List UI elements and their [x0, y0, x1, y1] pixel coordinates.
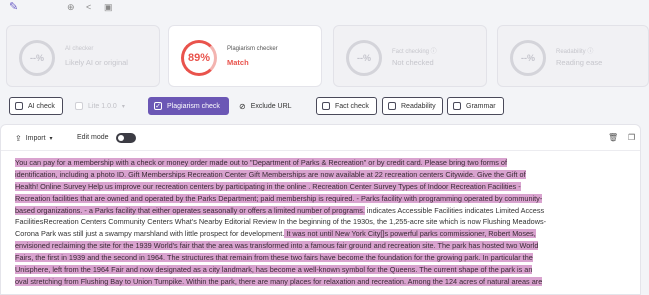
text-line: based organizations. - a Parks facility …	[15, 205, 627, 217]
checkbox-icon	[75, 102, 83, 110]
copy-icon[interactable]: ❐	[628, 133, 635, 142]
checkbox-icon	[453, 102, 461, 110]
import-label: Import	[25, 135, 46, 142]
ai-checker-card[interactable]: --% AI checker Likely AI or original	[6, 25, 160, 87]
text-line: envisioned reclaiming the site for the 1…	[15, 240, 627, 252]
ai-checker-title: AI checker	[65, 46, 94, 52]
plagiarized-segment: It was not until New York City[]s powerf…	[284, 229, 536, 239]
plagiarism-checker-title: Plagiarism checker	[227, 46, 278, 52]
ai-check-label: AI check	[28, 102, 55, 110]
trash-icon[interactable]: 🗑	[608, 133, 618, 142]
plagiarized-segment: envisioned reclaiming the site for the 1…	[15, 241, 539, 251]
readability-card[interactable]: --% Readability ⓘ Reading ease	[497, 25, 649, 87]
ai-checker-value: Likely AI or original	[65, 58, 128, 67]
original-segment: FacilitiesRecreation Centers Community C…	[15, 217, 547, 227]
share-icon[interactable]: <	[86, 1, 91, 13]
text-line: identification, including a photo ID. Gi…	[15, 169, 627, 181]
fact-checking-title: Fact checking ⓘ	[392, 49, 437, 55]
exclude-url-button[interactable]: ⊘ Exclude URL	[233, 97, 303, 115]
chevron-down-icon: ▾	[121, 103, 125, 110]
chevron-down-icon: ▾	[49, 136, 53, 142]
text-line: Unisphere, left from the 1964 Fair and n…	[15, 264, 627, 276]
text-line: You can pay for a membership with a chec…	[15, 157, 627, 169]
fact-check-button[interactable]: Fact check	[316, 97, 377, 115]
text-line: Recreation facilities that are owned and…	[15, 193, 627, 205]
fact-score-ring: --%	[346, 40, 382, 76]
readability-score-ring: --%	[510, 40, 546, 76]
edit-mode-toggle[interactable]	[116, 133, 136, 143]
document-text[interactable]: You can pay for a membership with a chec…	[15, 157, 627, 288]
plagiarism-score-ring: 89%	[181, 40, 217, 76]
checkbox-icon	[322, 102, 330, 110]
text-line: FacilitiesRecreation Centers Community C…	[15, 216, 627, 228]
original-segment: Corona Park was still just a swampy mars…	[15, 229, 285, 239]
ai-check-button[interactable]: AI check	[9, 97, 63, 115]
plagiarism-checker-card[interactable]: 89% Plagiarism checker Match	[168, 25, 322, 87]
bookmark-icon[interactable]: ▣	[104, 1, 113, 13]
text-line: oval stretching from Flushing Bay to Uni…	[15, 276, 627, 288]
editor-panel: ⇪ Import ▾ Edit mode 🗑 ❐ You can pay for…	[0, 124, 641, 295]
readability-button[interactable]: Readability	[382, 97, 443, 115]
edit-mode-label: Edit mode	[77, 134, 109, 141]
fact-checking-value: Not checked	[392, 58, 434, 67]
readability-title: Readability ⓘ	[556, 49, 594, 55]
link-off-icon: ⊘	[239, 101, 246, 111]
import-button[interactable]: ⇪ Import ▾	[15, 134, 53, 143]
score-cards: --% AI checker Likely AI or original 89%…	[0, 25, 649, 87]
plagiarism-check-label: Plagiarism check	[167, 102, 220, 110]
top-toolbar: ✎ ⊕ < ▣	[0, 0, 649, 16]
plagiarized-segment: identification, including a photo ID. Gi…	[15, 169, 526, 179]
readability-label: Readability	[401, 102, 436, 110]
check-toolbar: AI check Lite 1.0.0 ▾ ✓ Plagiarism check…	[0, 97, 649, 115]
lite-version-selector[interactable]: Lite 1.0.0 ▾	[69, 97, 139, 115]
readability-value: Reading ease	[556, 58, 603, 67]
plagiarism-checker-value: Match	[227, 58, 249, 67]
original-segment: indicates Accessible Facilities indicate…	[364, 205, 545, 215]
plagiarized-segment: You can pay for a membership with a chec…	[15, 158, 508, 167]
fact-checking-card[interactable]: --% Fact checking ⓘ Not checked	[333, 25, 487, 87]
checkbox-icon	[15, 102, 23, 110]
check-icon: ✓	[154, 102, 162, 110]
grammar-button[interactable]: Grammar	[447, 97, 504, 115]
plagiarized-segment: Fairs, the first in 1939 and the second …	[15, 253, 533, 263]
plagiarized-segment: based organizations. - a Parks facility …	[15, 205, 365, 215]
plagiarized-segment: Unisphere, left from the 1964 Fair and n…	[15, 265, 533, 275]
checkbox-icon	[388, 102, 396, 110]
grammar-label: Grammar	[466, 102, 496, 110]
plus-icon[interactable]: ⊕	[67, 1, 75, 13]
editor-toolbar: ⇪ Import ▾ Edit mode 🗑 ❐	[1, 125, 640, 151]
ai-score-ring: --%	[19, 40, 55, 76]
text-line: Corona Park was still just a swampy mars…	[15, 228, 627, 240]
plagiarized-segment: Recreation facilities that are owned and…	[15, 193, 543, 203]
plagiarized-segment: oval stretching from Flushing Bay to Uni…	[15, 276, 543, 286]
plagiarism-check-button[interactable]: ✓ Plagiarism check	[148, 97, 229, 115]
upload-icon: ⇪	[15, 134, 22, 143]
text-line: Health! Online Survey Help us improve ou…	[15, 181, 627, 193]
text-line: Fairs, the first in 1939 and the second …	[15, 252, 627, 264]
exclude-url-label: Exclude URL	[250, 102, 292, 110]
fact-check-label: Fact check	[335, 102, 369, 110]
plagiarized-segment: Health! Online Survey Help us improve ou…	[15, 181, 521, 191]
lite-label: Lite 1.0.0	[88, 102, 117, 110]
edit-icon[interactable]: ✎	[9, 1, 18, 13]
